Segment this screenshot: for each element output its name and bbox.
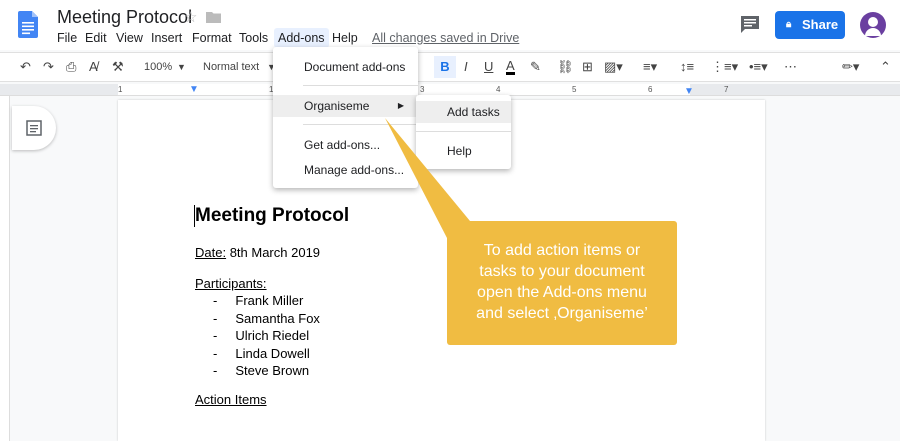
callout-line: tasks to your document: [479, 263, 645, 280]
callout-line: and select ‚Organiseme’: [476, 305, 648, 322]
callout-line: open the Add-ons menu: [477, 284, 647, 301]
callout-line: To add action items or: [483, 242, 641, 259]
callout-tooltip: To add action items or tasks to your doc…: [447, 221, 677, 345]
